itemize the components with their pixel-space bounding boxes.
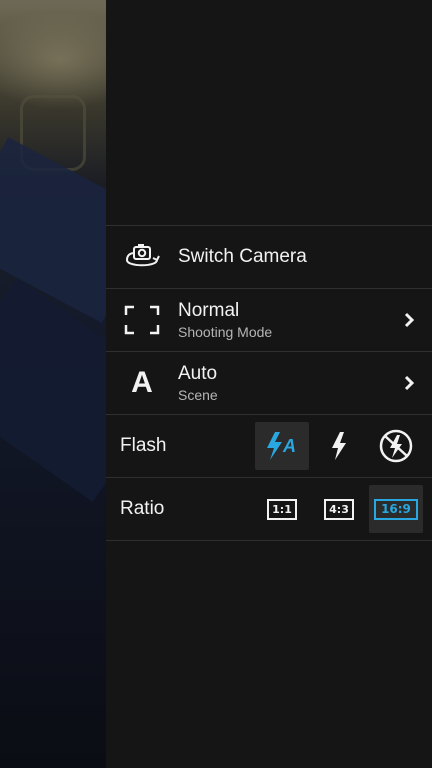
settings-menu: Switch Camera Normal Shooting Mode A Aut… bbox=[106, 225, 432, 541]
flash-label: Flash bbox=[120, 435, 167, 456]
shooting-mode-value: Normal bbox=[178, 300, 240, 321]
ratio-row: Ratio 1:1 4:3 16:9 bbox=[106, 477, 432, 541]
ratio-4-3-label: 4:3 bbox=[324, 498, 354, 520]
flash-auto-icon: A bbox=[267, 432, 296, 460]
flash-on-button[interactable] bbox=[312, 422, 366, 470]
flash-auto-button[interactable]: A bbox=[255, 422, 309, 470]
scene-row[interactable]: A Auto Scene bbox=[106, 351, 432, 414]
shooting-mode-row[interactable]: Normal Shooting Mode bbox=[106, 288, 432, 351]
switch-camera-row[interactable]: Switch Camera bbox=[106, 225, 432, 288]
switch-camera-icon bbox=[106, 226, 178, 288]
camera-viewfinder[interactable] bbox=[0, 0, 106, 768]
chevron-right-icon bbox=[404, 312, 415, 328]
flash-off-icon bbox=[379, 429, 413, 463]
viewfinder-shape bbox=[0, 0, 106, 8]
chevron-right-icon bbox=[404, 375, 415, 391]
ratio-1-1-button[interactable]: 1:1 bbox=[255, 485, 309, 533]
camera-settings-panel: Switch Camera Normal Shooting Mode A Aut… bbox=[106, 0, 432, 768]
flash-on-icon bbox=[332, 432, 346, 460]
flash-row: Flash A bbox=[106, 414, 432, 477]
scene-auto-icon: A bbox=[106, 352, 178, 414]
ratio-1-1-label: 1:1 bbox=[267, 498, 297, 520]
flash-off-button[interactable] bbox=[369, 422, 423, 470]
scene-value: Auto bbox=[178, 363, 218, 384]
frame-corners-icon bbox=[106, 289, 178, 351]
ratio-16-9-button[interactable]: 16:9 bbox=[369, 485, 423, 533]
ratio-4-3-button[interactable]: 4:3 bbox=[312, 485, 366, 533]
ratio-16-9-label: 16:9 bbox=[374, 498, 418, 520]
ratio-label: Ratio bbox=[120, 498, 165, 519]
scene-caption: Scene bbox=[178, 387, 218, 403]
flash-auto-glyph: A bbox=[282, 436, 296, 456]
shooting-mode-caption: Shooting Mode bbox=[178, 324, 273, 340]
switch-camera-label: Switch Camera bbox=[178, 246, 307, 267]
scene-auto-glyph: A bbox=[131, 366, 153, 399]
